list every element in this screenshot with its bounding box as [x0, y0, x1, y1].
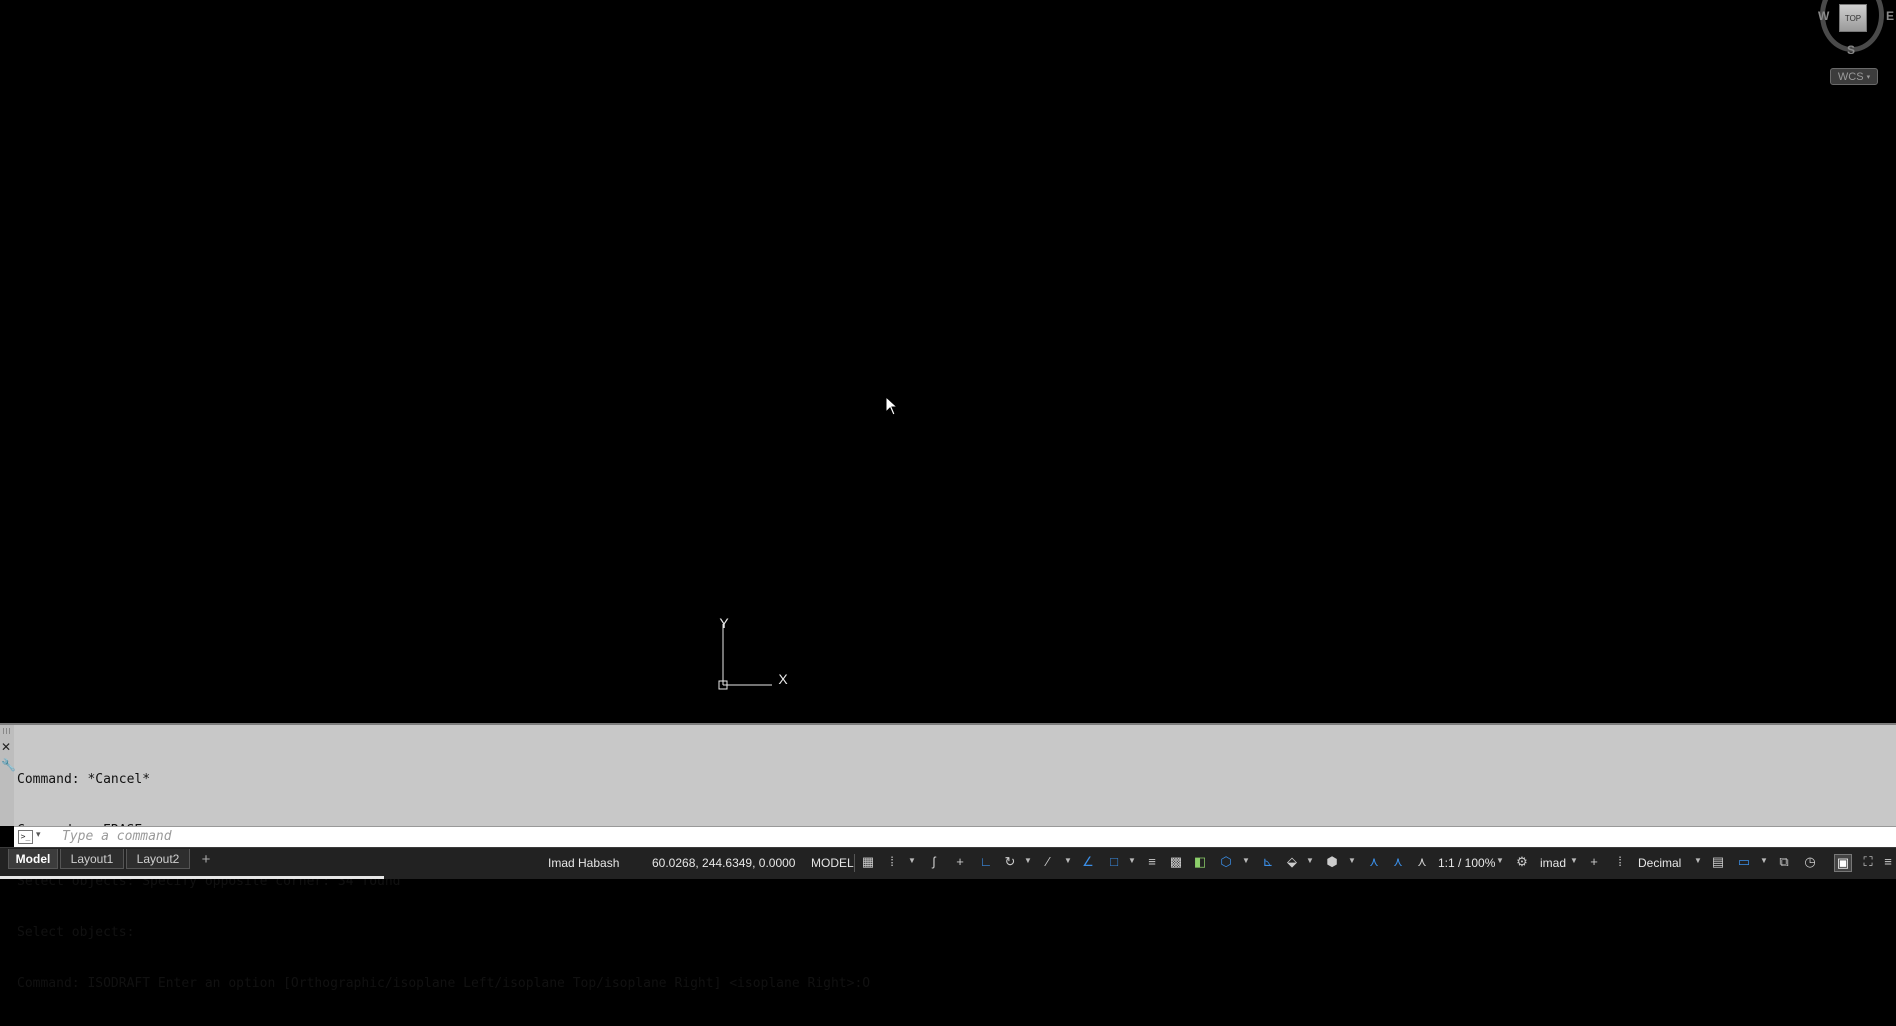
clean-screen-icon[interactable]: ⛶	[1860, 854, 1876, 870]
lineweight-icon[interactable]: ≡	[1144, 854, 1160, 870]
polar-tracking-icon[interactable]: ↻	[1002, 854, 1018, 870]
chevron-down-icon[interactable]: ▼	[1064, 856, 1072, 865]
tab-layout2[interactable]: Layout2	[126, 849, 190, 869]
command-prompt-icon[interactable]: >_	[18, 830, 33, 844]
isolate-objects-icon[interactable]: ⧉	[1776, 854, 1792, 870]
user-name: Imad Habash	[548, 856, 620, 870]
quick-properties-icon[interactable]: ▤	[1710, 854, 1726, 870]
isodraft-icon[interactable]: ⁄	[1040, 854, 1056, 870]
chevron-down-icon[interactable]: ▼	[908, 856, 916, 865]
chevron-down-icon[interactable]: ▼	[1306, 856, 1314, 865]
transparency-icon[interactable]: ▩	[1168, 854, 1184, 870]
chevron-down-icon[interactable]: ▼	[1694, 856, 1702, 865]
gizmo-icon[interactable]: ⬢	[1324, 854, 1340, 870]
wrench-icon[interactable]: 🔧	[1, 759, 16, 771]
object-snap-icon[interactable]: □	[1106, 854, 1122, 870]
selection-cycling-icon[interactable]: ◧	[1192, 854, 1208, 870]
command-history-panel[interactable]: ✕ 🔧 Command: *Cancel* Command: e ERASE S…	[0, 723, 1896, 991]
close-icon[interactable]: ✕	[1, 741, 11, 753]
annotation-scale-value[interactable]: 1:1 / 100%	[1438, 848, 1495, 878]
chevron-down-icon: ▾	[1866, 73, 1871, 81]
customization-menu-icon[interactable]: ≡	[1880, 854, 1896, 870]
chevron-down-icon[interactable]: ▾	[36, 829, 41, 840]
compass-east-label[interactable]: E	[1886, 9, 1894, 23]
dynamic-ucs-icon[interactable]: ⊾	[1260, 854, 1276, 870]
annotation-visibility-icon[interactable]: ⋏	[1366, 854, 1382, 870]
chevron-down-icon[interactable]: ▼	[1760, 856, 1768, 865]
chevron-down-icon[interactable]: ▼	[1348, 856, 1356, 865]
command-history-line: Command: *Cancel*	[17, 772, 151, 787]
model-space-button[interactable]: MODEL	[811, 848, 854, 878]
3d-object-snap-icon[interactable]: ⬡	[1218, 854, 1234, 870]
drawing-canvas[interactable]	[0, 0, 1896, 722]
auto-scale-icon[interactable]: ⋏	[1390, 854, 1406, 870]
ucs-icon: Y X	[718, 615, 788, 690]
annotation-monitor-icon[interactable]: +	[1586, 854, 1602, 870]
tab-model[interactable]: Model	[8, 849, 58, 869]
compass-south-label[interactable]: S	[1847, 43, 1855, 57]
object-snap-tracking-icon[interactable]: ∠	[1080, 854, 1096, 870]
viewcube[interactable]: W E S TOP	[1818, 0, 1896, 62]
drag-handle-icon[interactable]	[3, 728, 11, 734]
infer-constraints-icon[interactable]: ʃ	[926, 854, 942, 870]
command-history-line: Select objects:	[17, 925, 135, 940]
chevron-down-icon[interactable]: ▼	[1242, 856, 1250, 865]
coordinates-readout[interactable]: 60.0268, 244.6349, 0.0000	[652, 848, 795, 878]
dynamic-input-icon[interactable]: +	[952, 854, 968, 870]
compass-west-label[interactable]: W	[1818, 9, 1829, 23]
status-separator	[854, 854, 855, 872]
viewcube-top-face[interactable]: TOP	[1839, 4, 1867, 32]
ortho-icon[interactable]: ∟	[978, 854, 994, 870]
command-input[interactable]	[48, 827, 1862, 846]
tab-layout1[interactable]: Layout1	[60, 849, 124, 869]
ucs-y-label: Y	[719, 615, 729, 631]
selection-filtering-icon[interactable]: ⬙	[1284, 854, 1300, 870]
chevron-down-icon[interactable]: ▼	[1570, 856, 1578, 865]
graphics-performance-icon[interactable]: ▣	[1834, 854, 1852, 872]
wcs-menu-button[interactable]: WCS ▾	[1830, 68, 1878, 85]
lock-ui-icon[interactable]: ▭	[1736, 854, 1752, 870]
chevron-down-icon[interactable]: ▼	[1024, 856, 1032, 865]
units-value[interactable]: Decimal	[1638, 848, 1681, 878]
mouse-cursor-icon	[885, 396, 899, 416]
command-input-bar[interactable]: >_ ▾	[14, 826, 1896, 847]
wcs-label: WCS	[1837, 70, 1864, 83]
annotation-scale-icon[interactable]: ⋏	[1414, 854, 1430, 870]
command-line-grip[interactable]: ✕ 🔧	[0, 725, 16, 826]
command-history-lines: Command: *Cancel* Command: e ERASE Selec…	[17, 737, 870, 1026]
gear-icon[interactable]: ⚙	[1514, 854, 1530, 870]
add-layout-button[interactable]: +	[196, 849, 216, 869]
status-bar: Model Layout1 Layout2 + Imad Habash 60.0…	[0, 847, 1896, 879]
ucs-x-label: X	[778, 671, 788, 687]
grid-icon[interactable]: ▦	[860, 854, 876, 870]
units-icon[interactable]: ⁞	[1612, 854, 1628, 870]
hardware-acceleration-icon[interactable]: ◷	[1802, 854, 1818, 870]
chevron-down-icon[interactable]: ▼	[1496, 856, 1504, 865]
snap-icon[interactable]: ⁞	[884, 854, 900, 870]
chevron-down-icon[interactable]: ▼	[1128, 856, 1136, 865]
workspace-value[interactable]: imad	[1540, 848, 1566, 878]
command-history-line: Command: ISODRAFT Enter an option [Ortho…	[17, 976, 871, 991]
